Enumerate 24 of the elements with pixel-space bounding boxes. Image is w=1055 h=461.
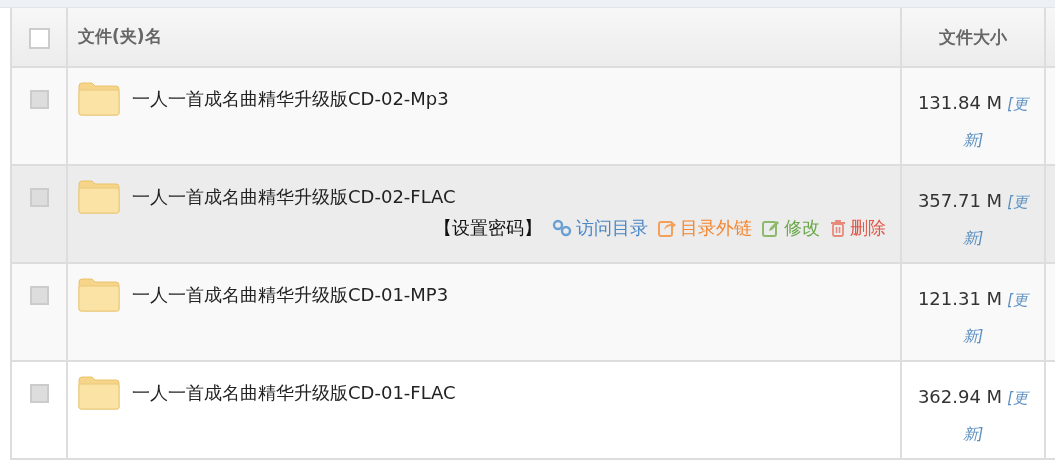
trash-icon bbox=[830, 219, 846, 237]
file-size-text: 131.84 M [更新] bbox=[916, 91, 1031, 151]
column-header: 文件大小 bbox=[939, 27, 1007, 47]
link-icon bbox=[552, 219, 572, 237]
checkbox[interactable] bbox=[29, 188, 49, 207]
file-size-text: 357.71 M [更新] bbox=[916, 189, 1031, 249]
share-icon bbox=[658, 219, 676, 237]
checkbox[interactable] bbox=[29, 286, 49, 305]
set-password-link[interactable]: 【设置密码】 bbox=[434, 216, 542, 240]
folder-icon bbox=[78, 180, 120, 214]
folder-name-link[interactable]: 一人一首成名曲精华升级版CD-01-MP3 bbox=[132, 283, 449, 307]
folder-name-link[interactable]: 一人一首成名曲精华升级版CD-02-FLAC bbox=[132, 185, 456, 209]
file-size-text: 362.94 M [更新] bbox=[916, 385, 1031, 445]
column-header: 文件(夹)名 bbox=[78, 26, 162, 46]
folder-icon bbox=[78, 82, 120, 116]
checkbox[interactable] bbox=[28, 28, 50, 49]
folder-icon bbox=[78, 376, 120, 410]
folder-name-link[interactable]: 一人一首成名曲精华升级版CD-02-Mp3 bbox=[132, 87, 449, 111]
file-size-text: 121.31 M [更新] bbox=[916, 287, 1031, 347]
checkbox[interactable] bbox=[29, 384, 49, 403]
folder-icon bbox=[78, 278, 120, 312]
folder-name-link[interactable]: 一人一首成名曲精华升级版CD-01-FLAC bbox=[132, 381, 456, 405]
edit-icon bbox=[762, 219, 780, 237]
checkbox[interactable] bbox=[29, 90, 49, 109]
